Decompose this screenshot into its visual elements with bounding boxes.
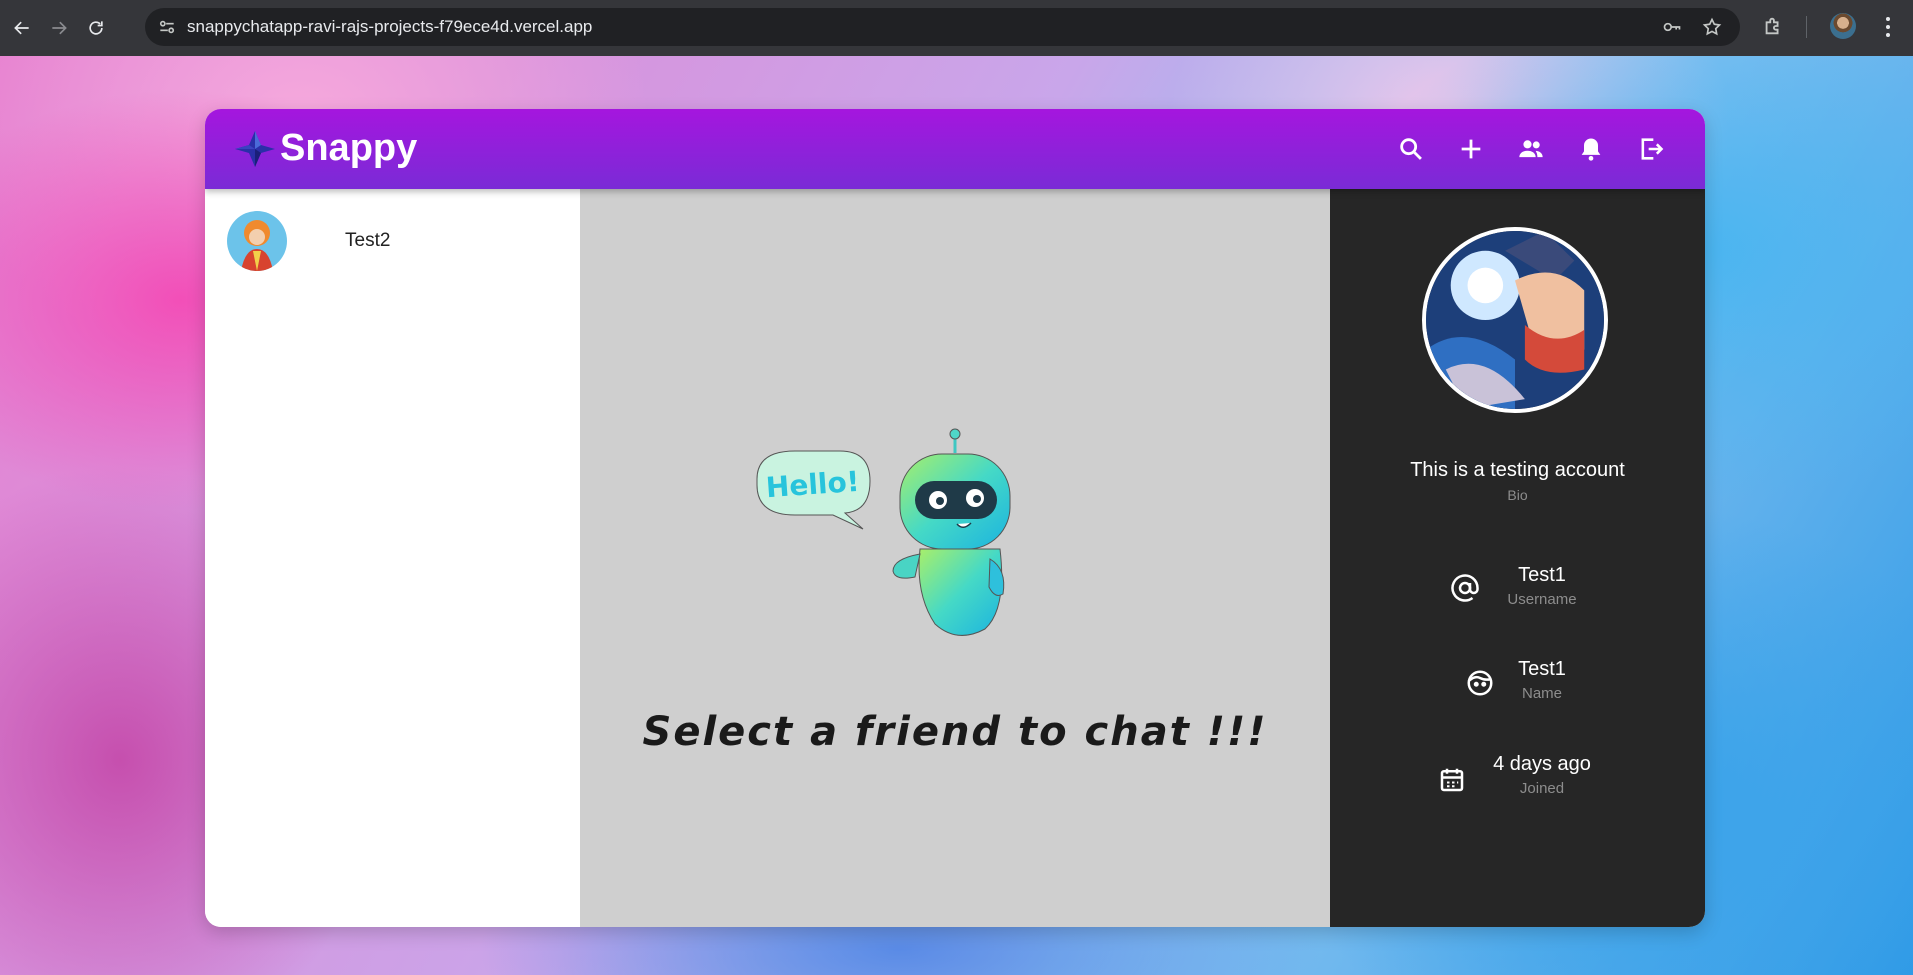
add-icon[interactable] bbox=[1457, 135, 1485, 163]
contacts-sidebar: Test2 bbox=[205, 189, 580, 927]
bookmark-star-icon[interactable] bbox=[1702, 17, 1722, 37]
contact-name: Test2 bbox=[345, 230, 391, 251]
bio-label: Bio bbox=[1507, 487, 1528, 503]
joined-row: 4 days ago Joined bbox=[1330, 753, 1705, 803]
username-row: Test1 Username bbox=[1330, 564, 1705, 614]
forward-icon[interactable] bbox=[44, 13, 74, 43]
url-text[interactable]: snappychatapp-ravi-rajs-projects-f79ece4… bbox=[187, 17, 592, 37]
joined-value: 4 days ago bbox=[1493, 753, 1591, 775]
app-window: Snappy Test2 Hello! Select a friend to c… bbox=[205, 109, 1705, 927]
profile-avatar[interactable] bbox=[1830, 13, 1856, 39]
select-friend-message: Select a friend to chat !!! bbox=[642, 709, 1268, 755]
notifications-icon[interactable] bbox=[1577, 135, 1605, 163]
name-value: Test1 bbox=[1518, 658, 1566, 680]
search-icon[interactable] bbox=[1397, 135, 1425, 163]
password-key-icon[interactable] bbox=[1662, 17, 1682, 37]
toolbar-divider bbox=[1806, 16, 1807, 38]
address-bar[interactable]: snappychatapp-ravi-rajs-projects-f79ece4… bbox=[145, 8, 1740, 46]
extensions-icon[interactable] bbox=[1762, 15, 1784, 37]
bio-text: This is a testing account bbox=[1410, 459, 1625, 481]
hello-bubble-text: Hello! bbox=[765, 465, 861, 504]
robot-illustration: Hello! bbox=[756, 428, 1011, 636]
chat-area: Hello! Select a friend to chat !!! bbox=[580, 189, 1330, 927]
app-header: Snappy bbox=[205, 109, 1705, 189]
contact-item[interactable]: Test2 bbox=[227, 211, 557, 271]
reload-icon[interactable] bbox=[81, 13, 111, 43]
username-value: Test1 bbox=[1518, 564, 1566, 586]
logout-icon[interactable] bbox=[1637, 135, 1665, 163]
profile-panel: This is a testing account Bio Test1 User… bbox=[1330, 189, 1705, 927]
calendar-icon bbox=[1437, 765, 1467, 795]
username-label: Username bbox=[1507, 591, 1577, 608]
name-row: Test1 Name bbox=[1330, 658, 1705, 708]
group-icon[interactable] bbox=[1517, 135, 1545, 163]
browser-toolbar: snappychatapp-ravi-rajs-projects-f79ece4… bbox=[0, 0, 1913, 56]
snappy-logo-icon bbox=[235, 131, 275, 167]
contact-avatar bbox=[227, 211, 287, 271]
site-settings-icon[interactable] bbox=[157, 17, 177, 37]
joined-label: Joined bbox=[1519, 780, 1565, 797]
profile-avatar-large bbox=[1422, 227, 1608, 413]
back-icon[interactable] bbox=[7, 13, 37, 43]
more-menu-icon[interactable] bbox=[1880, 14, 1896, 40]
name-label: Name bbox=[1521, 685, 1562, 702]
brand-title: Snappy bbox=[280, 127, 418, 169]
